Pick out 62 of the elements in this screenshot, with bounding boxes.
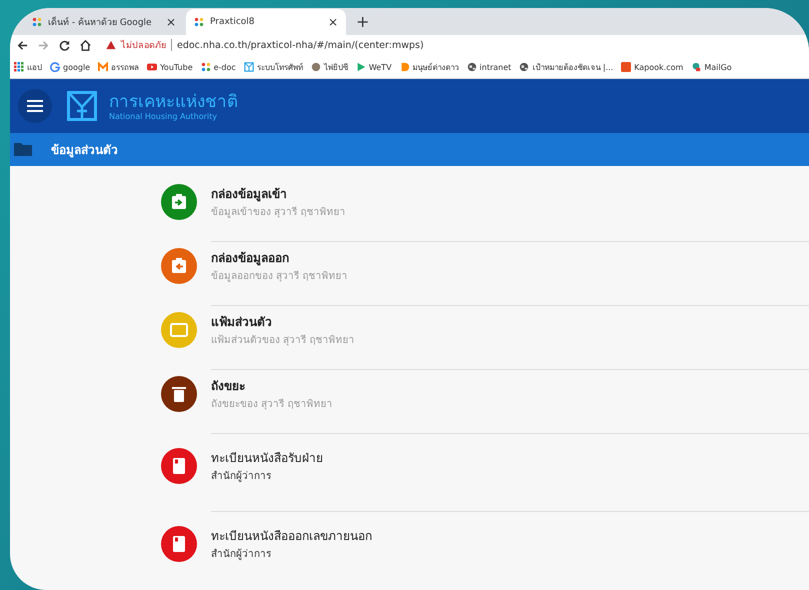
menu-button[interactable] [18, 89, 52, 124]
tab-title: เด็นท์ - ค้นหาด้วย Google [48, 16, 153, 29]
item-title: ทะเบียนหนังสือรับฝ่าย [211, 450, 324, 467]
square-icon [621, 62, 632, 72]
bookmark-link[interactable]: แอป [14, 60, 42, 74]
item-subtitle: ข้อมูลออกของ สุวารี ฤชาพิทยา [211, 270, 348, 283]
letter-d-icon [400, 62, 410, 72]
item-title: แฟ้มส่วนตัว [211, 314, 273, 331]
letter-m-icon [98, 62, 108, 72]
dots-icon [200, 62, 211, 72]
bookmark-link[interactable]: เป้าหมายต้องชัดเจน |... [519, 60, 614, 74]
close-tab-button[interactable]: × [166, 14, 176, 29]
close-tab-button[interactable]: × [328, 14, 338, 29]
section-title: ข้อมูลส่วนตัว [51, 142, 118, 159]
circle-icon [310, 62, 321, 72]
favicon-icon [194, 16, 204, 27]
browser-tab[interactable]: เด็นท์ - ค้นหาด้วย Google × [24, 8, 184, 35]
play-icon [356, 62, 366, 72]
back-icon[interactable] [16, 38, 29, 52]
item-subtitle: ถังขยะของ สุวารี ฤชาพิทยา [211, 398, 334, 411]
favicon-icon [32, 16, 42, 27]
grid-icon [14, 62, 24, 72]
logo-icon [244, 62, 254, 72]
bookmark-link[interactable]: Kapook.com [621, 62, 684, 72]
reload-icon[interactable] [58, 38, 71, 52]
home-icon[interactable] [79, 38, 92, 52]
item-subtitle: สำนักผู้ว่าการ [211, 470, 272, 483]
bookmark-link[interactable]: google [50, 62, 90, 72]
mail-logo-icon [691, 62, 702, 72]
menu-icon [26, 99, 44, 114]
ring-icon [50, 62, 60, 72]
item-title: ทะเบียนหนังสือออกเลขภายนอก [211, 528, 373, 545]
list-item[interactable]: ทะเบียนหนังสือรับฝ่าย สำนักผู้ว่าการ [10, 434, 809, 512]
bookmark-link[interactable]: มนุษย์ต่างดาว [400, 60, 459, 74]
list-item[interactable]: กล่องข้อมูลเข้า ข้อมูลเข้าของ สุวารี ฤชาพิทยา [10, 178, 809, 242]
bookmark-link[interactable]: YouTube [147, 62, 193, 72]
bookmark-link[interactable]: e-doc [200, 62, 236, 72]
item-subtitle: สำนักผู้ว่าการ [211, 548, 272, 561]
logo-icon [67, 91, 97, 122]
list-item[interactable]: ถังขยะ ถังขยะของ สุวารี ฤชาพิทยา [10, 370, 809, 434]
bookmark-link[interactable]: ระบบโทรศัพท์ [244, 60, 303, 74]
bookmark-link[interactable]: intranet [466, 62, 512, 72]
bookmark-link[interactable]: WeTV [356, 62, 392, 72]
new-tab-button[interactable]: + [348, 12, 378, 35]
list-item[interactable]: แฟ้มส่วนตัว แฟ้มส่วนตัวของ สุวารี ฤชาพิทยา [10, 306, 809, 370]
tab-title: Praxticol8 [210, 16, 256, 27]
item-subtitle: แฟ้มส่วนตัวของ สุวารี ฤชาพิทยา [211, 334, 356, 347]
item-title: กล่องข้อมูลออก [211, 250, 290, 267]
folder-icon [14, 142, 32, 156]
item-title: ถังขยะ [211, 378, 246, 395]
list-item[interactable]: ทะเบียนหนังสือออกเลขภายนอก สำนักผู้ว่าการ [10, 512, 809, 590]
bookmark-link[interactable]: ไพ่ยิปซี [310, 60, 348, 74]
org-name-english: National Housing Authority [109, 112, 218, 121]
item-title: กล่องข้อมูลเข้า [211, 186, 288, 203]
warning-icon [106, 40, 116, 50]
org-name: การเคหะแห่งชาติ [109, 92, 238, 112]
bookmark-link[interactable]: MailGo [691, 62, 732, 72]
list-item[interactable]: กล่องข้อมูลออก ข้อมูลออกของ สุวารี ฤชาพิทยา [10, 242, 809, 306]
browser-tab[interactable]: Praxticol8 × [186, 8, 346, 35]
play-button-icon [147, 62, 158, 72]
item-subtitle: ข้อมูลเข้าของ สุวารี ฤชาพิทยา [211, 206, 346, 219]
bookmark-link[interactable]: อรรถพล [98, 60, 140, 74]
